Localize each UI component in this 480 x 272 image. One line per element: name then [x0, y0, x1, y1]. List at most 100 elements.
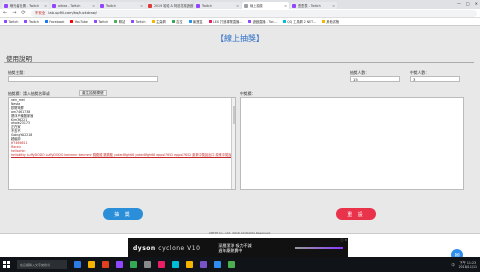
tab-label: aitrea - Twitch — [58, 3, 81, 8]
bookmark-item[interactable]: 聚寶盆 — [188, 19, 203, 24]
bookmark-item[interactable]: Twitch — [4, 20, 18, 24]
bookmark-label: 聊站 — [118, 20, 126, 24]
back-button[interactable]: ← — [3, 10, 7, 16]
bookmark-item[interactable]: Facebook — [44, 20, 64, 24]
taskbar-app-icon[interactable] — [144, 261, 151, 268]
tab-label: Twitch — [202, 3, 212, 8]
security-indicator[interactable]: 不安全 — [35, 11, 46, 16]
taskbar-app-icon[interactable] — [158, 261, 165, 268]
browser-tab[interactable]: 2019 哈哈 & 阿尼花樣遊戲 - ...× — [146, 2, 193, 9]
ad-text: 深層潔淨 吸力不減 週年慶熱賣中 — [218, 242, 252, 254]
taskbar-app-icon[interactable] — [200, 261, 207, 268]
bookmark-label: Twitch — [28, 19, 39, 24]
bookmark-item[interactable]: QQ 工具網 2 NET... — [282, 19, 316, 24]
ad-brand: dyson cyclone V10 — [133, 244, 201, 252]
bookmark-label: 聚寶盆 — [193, 20, 203, 24]
close-tab-icon[interactable]: × — [236, 4, 239, 8]
bookmark-icon — [131, 20, 135, 23]
taskbar-search[interactable]: 在這裡輸入文字來搜尋 — [17, 260, 67, 269]
reload-button[interactable]: ⟳ — [21, 10, 25, 16]
taskbar: 在這裡輸入文字來搜尋 中 下午 11:23 2018/11/11 — [0, 257, 480, 272]
dyson-ad[interactable]: dyson cyclone V10 深層潔淨 吸力不減 週年慶熱賣中 ⓘ ✕ — [128, 238, 348, 258]
tab-label: 2019 哈哈 & 阿尼花樣遊戲 - ... — [154, 4, 193, 8]
draw-button[interactable]: 抽 獎 — [103, 208, 143, 220]
taskbar-app-icon[interactable] — [102, 261, 109, 268]
bookmark-icon — [151, 20, 155, 23]
url-field[interactable]: 不安全 lab.upfili.com/tw/luckdraw/ — [30, 9, 477, 17]
close-tab-icon[interactable]: × — [92, 4, 95, 8]
close-window-icon[interactable]: ✕ — [475, 1, 478, 6]
generate-list-button[interactable]: 產生抽獎欄號 — [79, 90, 107, 96]
bookmark-item[interactable]: 聊站 — [114, 19, 125, 24]
tab-bar: 曝光者社團 - Twitch × aitrea - Twitch × Twitch × 20… — [0, 0, 480, 9]
winner-count-input[interactable]: 3 — [410, 76, 460, 82]
scrollbar-thumb[interactable] — [232, 106, 235, 124]
bookmark-item[interactable]: YouTube — [70, 20, 88, 24]
taskbar-app-icon[interactable] — [214, 261, 221, 268]
taskbar-app-icon[interactable] — [88, 261, 95, 268]
favicon-icon — [244, 3, 248, 8]
browser-tab[interactable]: 線上抽獎 × — [242, 2, 289, 9]
window-controls: — □ ✕ — [457, 1, 478, 6]
bookmark-icon — [188, 20, 192, 23]
vacuum-image — [295, 247, 343, 249]
forward-button[interactable]: → — [12, 10, 16, 16]
bookmark-item[interactable]: LEX 打造專業直播... — [208, 19, 243, 24]
bookmark-icon — [171, 20, 175, 23]
taskbar-app-icon[interactable] — [186, 261, 193, 268]
url-text: lab.upfili.com/tw/luckdraw/ — [48, 11, 97, 15]
bookmark-item[interactable]: 遊戲直播 - Twi... — [248, 19, 277, 24]
bookmark-label: Twitch — [8, 19, 19, 24]
draw-count-input[interactable]: 15 — [350, 76, 400, 82]
taskbar-app-icon[interactable] — [172, 261, 179, 268]
favicon-icon — [100, 3, 104, 8]
windows-start-icon[interactable] — [3, 261, 10, 268]
bookmark-label: LEX 打造專業直播... — [213, 20, 243, 24]
browser-tab[interactable]: 歪歪表 - Twitch × — [290, 2, 337, 9]
subject-input[interactable] — [8, 76, 158, 82]
taskbar-app-icon[interactable] — [228, 261, 235, 268]
bookmark-icon — [44, 20, 48, 23]
favicon-icon — [52, 3, 56, 8]
bookmarks-bar: Twitch Twitch Facebook YouTube Twitch 聊站 Twitc… — [0, 18, 480, 26]
favicon-icon — [292, 3, 296, 8]
minimize-icon[interactable]: — — [457, 1, 461, 6]
bookmark-item[interactable]: 主頁網 — [151, 19, 166, 24]
browser-tab[interactable]: Twitch × — [98, 2, 145, 9]
browser-tab[interactable]: aitrea - Twitch × — [50, 2, 97, 9]
language-indicator[interactable]: 中 — [451, 262, 454, 267]
taskbar-app-icon[interactable] — [116, 261, 123, 268]
bookmark-item[interactable]: Twitch — [24, 19, 39, 24]
close-tab-icon[interactable]: × — [332, 4, 335, 8]
close-tab-icon[interactable]: × — [284, 4, 287, 8]
maximize-icon[interactable]: □ — [466, 1, 470, 6]
bookmark-item[interactable]: Twitch — [93, 20, 108, 24]
browser-tab[interactable]: Twitch × — [194, 2, 241, 9]
tab-label: Twitch — [106, 3, 116, 8]
page-content: 【線上抽獎】 使用說明 抽獎主題： 抽獎人數： 15 中獎人數： 3 抽獎欄：請… — [0, 26, 480, 235]
favicon-icon — [148, 3, 152, 8]
close-tab-icon[interactable]: × — [44, 4, 47, 8]
close-tab-icon[interactable]: × — [140, 4, 143, 8]
browser-tab[interactable]: 曝光者社團 - Twitch × — [2, 2, 49, 9]
participant-line: hellokitty LuffyDODO LuffyDODO kenmmr ke… — [11, 152, 236, 157]
tab-label: 線上抽獎 — [250, 4, 263, 8]
participants-textarea[interactable]: rain_mei Nesta 歐陽彎屏 om7461738 懸浮不懂殷家翁 Kim3622… — [8, 97, 236, 190]
bookmark-icon — [248, 20, 252, 23]
bookmark-item[interactable]: Twitch — [131, 20, 146, 24]
taskbar-app-icon[interactable] — [130, 261, 137, 268]
reset-button[interactable]: 重 設 — [336, 208, 376, 220]
taskbar-app-icon[interactable] — [74, 261, 81, 268]
result-textarea[interactable] — [240, 97, 464, 190]
page-title: 【線上抽獎】 — [216, 34, 264, 43]
bookmark-icon — [4, 20, 7, 23]
ad-bar: dyson cyclone V10 深層潔淨 吸力不減 週年慶熱賣中 ⓘ ✕ — [0, 234, 480, 258]
bookmark-icon — [282, 20, 286, 23]
clock[interactable]: 下午 11:23 2018/11/11 — [459, 261, 477, 269]
bookmark-item[interactable]: 吉拉 — [171, 19, 183, 24]
scrollbar[interactable] — [231, 98, 235, 189]
divider — [4, 62, 474, 63]
bookmark-item[interactable]: 其他書籤 — [321, 19, 339, 24]
ad-close-icon[interactable]: ⓘ ✕ — [341, 238, 347, 242]
bookmark-label: 吉拉 — [176, 20, 183, 24]
